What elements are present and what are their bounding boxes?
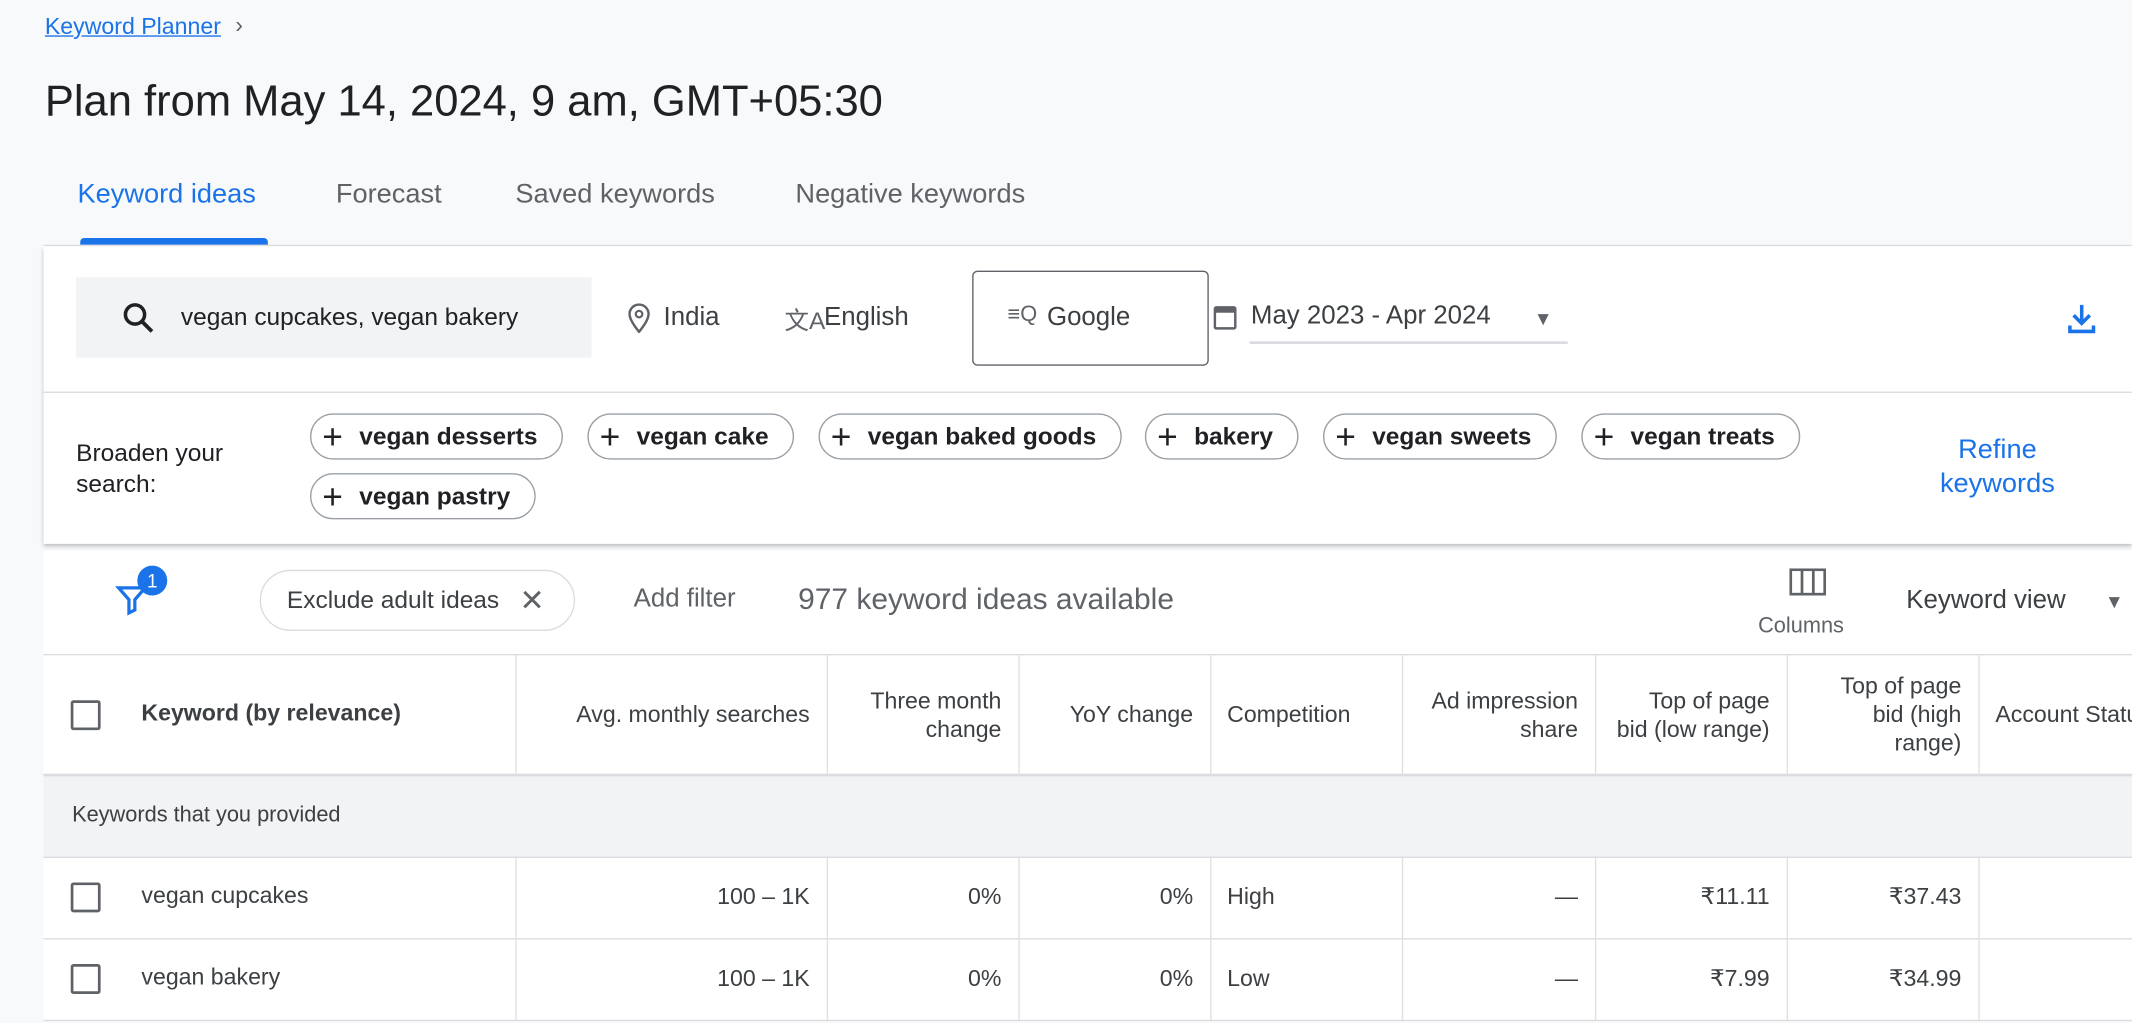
chip-label: bakery (1194, 422, 1273, 450)
plus-icon: + (1335, 416, 1356, 457)
cell: ₹11.11 (1594, 856, 1788, 939)
cell: 0% (1018, 856, 1211, 939)
date-underline (1249, 341, 1568, 345)
tab-negative-keywords[interactable]: Negative keywords (795, 179, 1025, 210)
column-header[interactable]: Competition (1210, 655, 1403, 777)
tab-forecast[interactable]: Forecast (336, 179, 442, 210)
keyword-view-selector[interactable]: Keyword view (1906, 586, 2065, 616)
dropdown-arrow-icon[interactable]: ▼ (1534, 307, 1553, 329)
broaden-chip[interactable]: + vegan sweets (1322, 413, 1558, 460)
divider (43, 391, 2132, 393)
search-network-icon: ≡Q (1007, 303, 1038, 327)
cell: 100 – 1K (515, 938, 828, 1021)
plus-icon: + (599, 416, 621, 457)
broaden-label: Broaden your search: (76, 439, 224, 498)
keyword-count: 977 keyword ideas available (798, 581, 1174, 616)
broaden-chip[interactable]: + vegan treats (1581, 413, 1801, 460)
plus-icon: + (322, 475, 343, 517)
location-selector[interactable]: India (664, 303, 720, 333)
columns-icon[interactable] (1789, 568, 1827, 596)
translate-icon: 文A (784, 307, 826, 335)
filter-count-badge: 1 (137, 565, 168, 596)
exclude-adult-ideas-chip[interactable]: Exclude adult ideas ✕ (259, 569, 576, 631)
refine-keywords-button[interactable]: Refine keywords (1931, 434, 2064, 502)
keyword-cell: vegan cupcakes (141, 883, 309, 909)
cell: Low (1210, 938, 1403, 1021)
search-input[interactable]: vegan cupcakes, vegan bakery (76, 277, 592, 358)
search-value: vegan cupcakes, vegan bakery (180, 303, 519, 331)
broaden-chip[interactable]: + vegan cake (587, 413, 795, 460)
table-header-row: Keyword (by relevance) Avg. monthly sear… (43, 655, 2132, 777)
plus-icon: + (830, 416, 852, 457)
cell: 0% (1018, 938, 1211, 1021)
network-selector[interactable]: ≡Q Google (972, 270, 1209, 366)
page-title: Plan from May 14, 2024, 9 am, GMT+05:30 (44, 76, 883, 126)
location-pin-icon (628, 303, 650, 334)
group-label: Keywords that you provided (43, 775, 2132, 858)
table-row[interactable]: vegan bakery 100 – 1K 0% 0% Low — ₹7.99 … (43, 938, 2132, 1021)
plus-icon: + (1157, 416, 1178, 457)
cell: 0% (826, 856, 1020, 939)
cell: ₹7.99 (1594, 938, 1788, 1021)
column-header[interactable]: Three month change (826, 655, 1020, 777)
divider (43, 244, 2132, 247)
column-header[interactable]: Top of page bid (high range) (1786, 655, 1980, 777)
cell: ₹34.99 (1786, 938, 1980, 1021)
row-checkbox[interactable] (70, 882, 101, 913)
cell: High (1210, 856, 1403, 939)
broaden-chip[interactable]: + vegan pastry (310, 473, 537, 520)
download-icon[interactable] (2064, 300, 2099, 335)
tab-keyword-ideas[interactable]: Keyword ideas (78, 179, 256, 210)
broaden-chip[interactable]: + vegan desserts (310, 413, 564, 460)
keyword-table: Keyword (by relevance) Avg. monthly sear… (43, 655, 2132, 1021)
columns-button[interactable]: Columns (1758, 615, 1844, 639)
column-header[interactable]: YoY change (1018, 655, 1211, 777)
breadcrumb-keyword-planner[interactable]: Keyword Planner (45, 14, 221, 41)
chip-label: vegan cake (636, 422, 769, 450)
cell: — (1401, 938, 1596, 1021)
date-range-selector[interactable]: May 2023 - Apr 2024 (1251, 302, 1491, 332)
broaden-chip[interactable]: + bakery (1144, 413, 1299, 460)
cell (1978, 938, 2132, 1021)
active-tab-indicator (80, 237, 268, 245)
network-label: Google (1046, 303, 1131, 332)
chip-label: vegan desserts (359, 422, 538, 450)
tab-saved-keywords[interactable]: Saved keywords (515, 179, 715, 210)
chevron-right-icon: › (235, 12, 243, 39)
cell: ₹37.43 (1786, 856, 1980, 939)
language-selector[interactable]: English (824, 303, 909, 333)
dropdown-arrow-icon[interactable]: ▼ (2105, 590, 2124, 612)
search-icon (123, 303, 154, 333)
chip-label: vegan pastry (359, 482, 511, 510)
column-header[interactable]: Account Status (1978, 655, 2132, 777)
select-all-checkbox[interactable] (70, 699, 101, 730)
add-filter-button[interactable]: Add filter (634, 585, 736, 615)
column-header[interactable]: Top of page bid (low range) (1594, 655, 1788, 777)
calendar-icon (1213, 306, 1237, 330)
keyword-cell: vegan bakery (141, 964, 281, 991)
row-checkbox[interactable] (70, 964, 101, 994)
column-header-keyword[interactable]: Keyword (by relevance) (43, 655, 517, 777)
broaden-chip[interactable]: + vegan baked goods (818, 413, 1123, 460)
group-row: Keywords that you provided (43, 775, 2132, 858)
cell: 100 – 1K (515, 856, 828, 939)
column-header[interactable]: Ad impression share (1401, 655, 1596, 777)
chip-label: vegan baked goods (867, 422, 1097, 450)
chip-label: vegan treats (1630, 422, 1775, 450)
chip-label: vegan sweets (1372, 422, 1532, 450)
close-icon[interactable]: ✕ (520, 583, 545, 618)
cell: — (1401, 856, 1596, 939)
column-header[interactable]: Avg. monthly searches (515, 655, 828, 777)
cell (1978, 856, 2132, 939)
table-row[interactable]: vegan cupcakes 100 – 1K 0% 0% High — ₹11… (43, 856, 2132, 939)
plus-icon: + (322, 416, 343, 457)
cell: 0% (826, 938, 1020, 1021)
plus-icon: + (1593, 416, 1615, 457)
chip-label: Exclude adult ideas (286, 586, 500, 614)
